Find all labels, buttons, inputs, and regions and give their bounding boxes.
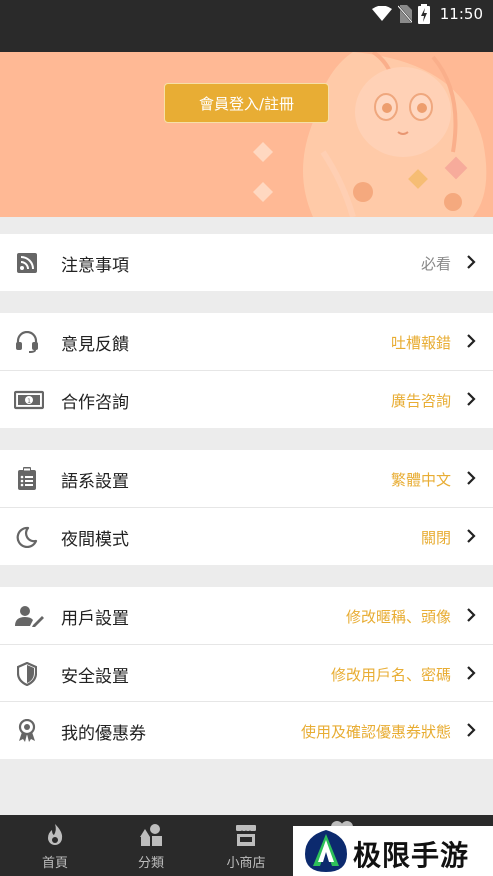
status-bar: 11:50 — [0, 0, 493, 52]
chevron-right-icon — [467, 471, 476, 485]
menu-item-label: 注意事項 — [61, 256, 129, 276]
menu-item-value: 廣告咨詢 — [390, 392, 451, 410]
menu-item-coupons[interactable]: 我的優惠券 使用及確認優惠券狀態 — [0, 702, 493, 759]
chevron-right-icon — [467, 666, 476, 680]
menu-item-label: 安全設置 — [61, 667, 129, 687]
menu-item-feedback[interactable]: 意見反饋 吐槽報錯 — [0, 313, 493, 370]
menu-item-language[interactable]: 語系設置 繁體中文 — [0, 450, 493, 507]
site-logo-icon — [305, 830, 347, 872]
chevron-right-icon — [467, 334, 476, 348]
menu-item-cooperation[interactable]: 1 合作咨詢 廣告咨詢 — [0, 371, 493, 428]
menu-item-night-mode[interactable]: 夜間模式 關閉 — [0, 508, 493, 565]
watermark-text: 极限手游网 — [353, 839, 470, 872]
chevron-right-icon — [467, 392, 476, 406]
menu-item-value: 修改暱稱、頭像 — [345, 608, 451, 626]
menu-item-value: 吐槽報錯 — [390, 334, 451, 352]
chevron-right-icon — [467, 608, 476, 622]
menu-item-label: 用戶設置 — [61, 609, 129, 629]
menu-item-notice[interactable]: 注意事項 必看 — [0, 234, 493, 291]
store-icon — [235, 825, 257, 846]
no-sim-icon — [397, 5, 412, 23]
tab-home[interactable]: 首頁 — [7, 815, 103, 876]
menu-item-label: 語系設置 — [61, 472, 129, 492]
tab-store[interactable]: 小商店 — [198, 815, 294, 876]
tab-label: 分類 — [137, 856, 164, 871]
chevron-right-icon — [467, 255, 476, 269]
profile-banner: 會員登入/註冊 — [0, 52, 493, 217]
status-icons: 11:50 — [371, 4, 483, 24]
menu-item-label: 我的優惠券 — [61, 724, 146, 744]
money-icon: 1 — [14, 389, 44, 411]
chevron-right-icon — [467, 723, 476, 737]
menu-item-value: 繁體中文 — [390, 471, 451, 489]
shield-icon — [15, 662, 39, 686]
login-register-button[interactable]: 會員登入/註冊 — [164, 83, 329, 123]
user-edit-icon — [15, 605, 45, 627]
svg-text:1: 1 — [27, 398, 31, 405]
flame-icon — [48, 824, 63, 845]
wifi-icon — [371, 6, 392, 21]
menu-item-value: 關閉 — [420, 529, 451, 547]
shapes-icon — [140, 824, 162, 846]
moon-icon — [15, 526, 39, 548]
tab-label: 小商店 — [226, 856, 266, 871]
menu-item-label: 合作咨詢 — [61, 393, 129, 413]
site-watermark: 极限手游网 — [293, 826, 493, 876]
menu-item-label: 夜間模式 — [61, 530, 129, 550]
menu-item-label: 意見反饋 — [61, 335, 129, 355]
menu-item-security[interactable]: 安全設置 修改用戶名、密碼 — [0, 645, 493, 702]
menu-item-value: 修改用戶名、密碼 — [330, 666, 451, 684]
clipboard-icon — [15, 467, 39, 490]
menu-item-value: 必看 — [420, 255, 451, 273]
rss-icon — [15, 252, 39, 274]
headset-icon — [15, 331, 39, 353]
status-time: 11:50 — [439, 5, 483, 23]
tab-label: 首頁 — [41, 856, 68, 871]
chevron-right-icon — [467, 529, 476, 543]
anime-girl-illustration — [253, 52, 487, 217]
menu-item-value: 使用及確認優惠券狀態 — [300, 723, 451, 741]
tab-categories[interactable]: 分類 — [103, 815, 199, 876]
menu-item-user-settings[interactable]: 用戶設置 修改暱稱、頭像 — [0, 587, 493, 644]
award-icon — [15, 719, 39, 742]
battery-charging-icon — [417, 4, 430, 24]
